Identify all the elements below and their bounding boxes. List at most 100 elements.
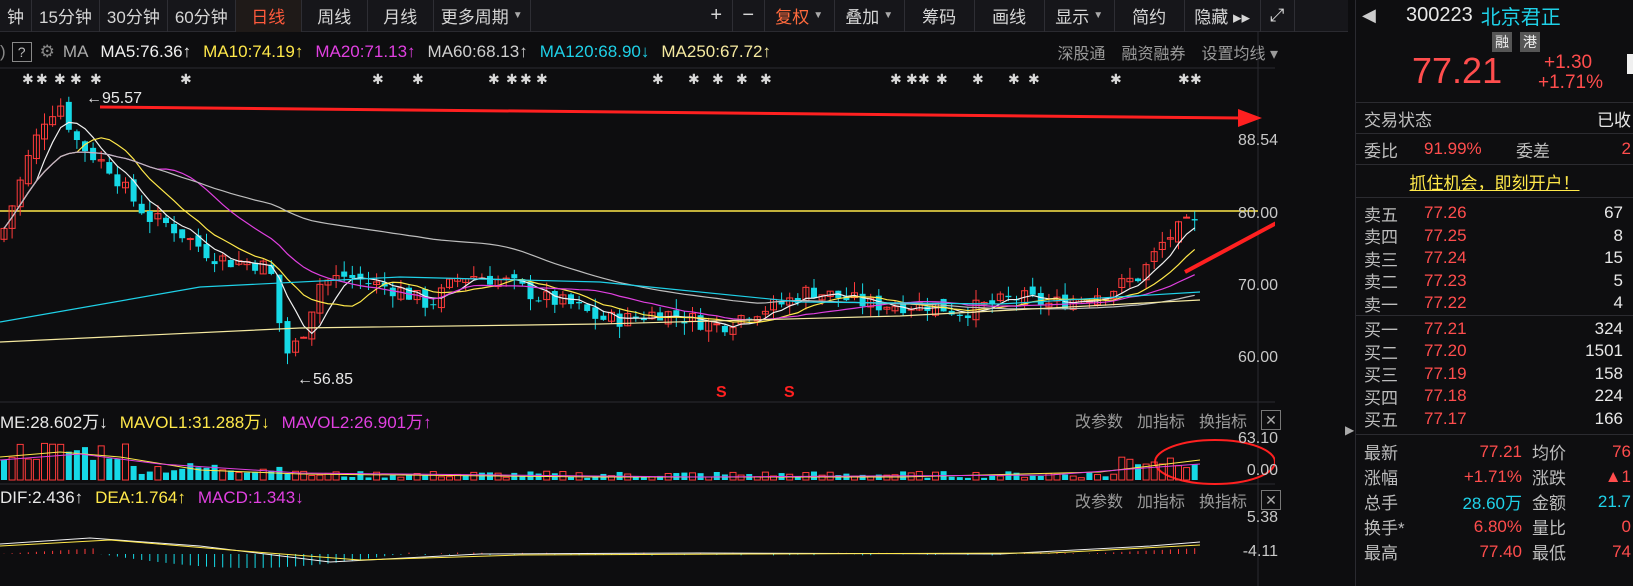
more-periods-dropdown[interactable]: 更多周期 ▼ xyxy=(434,0,531,32)
news-marker: ✱ xyxy=(520,71,532,87)
chevron-down-icon: ▼ xyxy=(883,10,894,21)
news-marker: ✱ xyxy=(412,71,424,87)
bid-row[interactable]: 买一 77.21 324 xyxy=(1356,318,1633,341)
news-marker: ✱ xyxy=(22,71,34,87)
mavol2-value: MAVOL2:26.901万↑ xyxy=(281,413,432,432)
add-indicator-button[interactable]: 加指标 xyxy=(1137,408,1185,432)
close-icon[interactable]: ✕ xyxy=(1261,410,1281,430)
volume-bar xyxy=(681,472,688,480)
chips-button[interactable]: 筹码 xyxy=(905,0,975,32)
volume-bar xyxy=(1118,456,1126,481)
price-axis-70: 70.00 xyxy=(1237,277,1278,294)
candle-body xyxy=(138,203,145,214)
zoom-in-button[interactable]: + xyxy=(701,0,733,32)
draw-button[interactable]: 画线 xyxy=(975,0,1045,32)
news-marker: ✱ xyxy=(652,71,664,87)
tab-weekly[interactable]: 周线 xyxy=(302,0,368,32)
volume-bar xyxy=(761,471,769,481)
stat-label: 最高 xyxy=(1364,544,1398,563)
volume-bar xyxy=(1094,474,1101,481)
candle-body xyxy=(576,302,583,304)
volume-bar xyxy=(397,476,405,481)
tab-monthly[interactable]: 月线 xyxy=(368,0,434,32)
news-marker: ✱ xyxy=(506,71,518,87)
price-change: +1.30 xyxy=(1544,52,1593,73)
display-dropdown[interactable]: 显示 ▼ xyxy=(1045,0,1115,32)
news-marker: ✱ xyxy=(1190,71,1202,87)
edit-params-button[interactable]: 改参数 xyxy=(1075,408,1123,432)
bid-label: 买三 xyxy=(1364,366,1398,386)
candle-body xyxy=(163,217,169,224)
ask-row[interactable]: 卖五 77.26 67 xyxy=(1356,202,1633,225)
ask-row[interactable]: 卖四 77.25 8 xyxy=(1356,225,1633,248)
last-price: 77.21 xyxy=(1412,50,1503,91)
close-icon[interactable]: ✕ xyxy=(1261,490,1281,510)
switch-indicator-button[interactable]: 换指标 xyxy=(1199,408,1247,432)
candle-body xyxy=(146,211,153,222)
candle-body xyxy=(90,147,97,161)
hide-button[interactable]: 隐藏 ▸▸ xyxy=(1185,0,1261,32)
adjust-dropdown[interactable]: 复权 ▼ xyxy=(765,0,835,32)
ask-row[interactable]: 卖二 77.23 5 xyxy=(1356,270,1633,293)
panel-collapse-handle[interactable]: ▶ xyxy=(1345,415,1355,445)
candle-body xyxy=(300,336,308,339)
candle-body xyxy=(511,274,518,279)
volume-bar xyxy=(97,445,105,481)
edit-params-button[interactable]: 改参数 xyxy=(1075,488,1123,512)
news-marker: ✱ xyxy=(890,71,902,87)
volume-bar xyxy=(1069,475,1077,481)
ask-volume: 8 xyxy=(1613,225,1623,245)
open-account-link[interactable]: 抓住机会，即刻开户！ xyxy=(1410,169,1580,194)
news-marker: ✱ xyxy=(1178,71,1190,87)
overlay-dropdown[interactable]: 叠加 ▼ xyxy=(835,0,905,32)
bid-row[interactable]: 买五 77.17 166 xyxy=(1356,408,1633,431)
volume-bar xyxy=(1110,473,1118,481)
volume-legend: ME:28.602万↓ MAVOL1:31.288万↓ MAVOL2:26.90… xyxy=(0,408,444,433)
tab-30min[interactable]: 30分钟 xyxy=(100,0,168,32)
ask-volume: 4 xyxy=(1613,293,1623,313)
news-marker: ✱ xyxy=(36,71,48,87)
bid-row[interactable]: 买三 77.19 158 xyxy=(1356,363,1633,386)
volume-bar xyxy=(316,474,324,481)
tab-60min[interactable]: 60分钟 xyxy=(168,0,236,32)
candle-body xyxy=(713,323,721,326)
bid-volume: 1501 xyxy=(1585,341,1623,361)
candle-body xyxy=(956,314,963,317)
switch-indicator-button[interactable]: 换指标 xyxy=(1199,488,1247,512)
candle-body xyxy=(535,300,542,302)
candle-body xyxy=(1135,278,1141,282)
volume-bar xyxy=(996,475,1004,481)
ask-row[interactable]: 卖三 77.24 15 xyxy=(1356,247,1633,270)
volume-bar xyxy=(8,456,16,481)
tab-daily[interactable]: 日线 xyxy=(235,0,302,32)
candle-body xyxy=(721,325,728,333)
candle-body xyxy=(341,271,348,277)
tab-minute[interactable]: 钟 xyxy=(0,0,32,32)
bid-volume: 166 xyxy=(1594,408,1623,428)
zoom-out-button[interactable]: − xyxy=(733,0,765,32)
ask-label: 卖三 xyxy=(1364,250,1398,270)
volume-bar xyxy=(1077,477,1085,481)
volume-bar xyxy=(341,476,348,480)
ma-line xyxy=(0,276,1201,323)
news-marker: ✱ xyxy=(536,71,548,87)
weibi-label: 委比 xyxy=(1364,141,1398,161)
ask-row[interactable]: 卖一 77.22 4 xyxy=(1356,292,1633,315)
volume-bar xyxy=(349,476,356,480)
expand-tab[interactable] xyxy=(1627,54,1633,74)
macd-series xyxy=(0,537,1201,568)
weicha-value: 2 xyxy=(1621,139,1631,158)
volume-bar xyxy=(308,475,316,481)
ask-volume: 15 xyxy=(1604,248,1623,268)
volume-bar xyxy=(948,476,955,480)
volume-bar xyxy=(811,471,817,480)
stat-value: 28.60万 xyxy=(1462,494,1522,513)
tab-15min[interactable]: 15分钟 xyxy=(32,0,100,32)
simple-button[interactable]: 简约 xyxy=(1115,0,1185,32)
bid-row[interactable]: 买二 77.20 1501 xyxy=(1356,340,1633,363)
weibi-value: 91.99% xyxy=(1424,139,1482,158)
fullscreen-icon[interactable]: ⤢ xyxy=(1261,0,1295,32)
back-arrow-icon[interactable]: ◀ xyxy=(1362,5,1406,26)
add-indicator-button[interactable]: 加指标 xyxy=(1137,488,1185,512)
bid-row[interactable]: 买四 77.18 224 xyxy=(1356,385,1633,408)
